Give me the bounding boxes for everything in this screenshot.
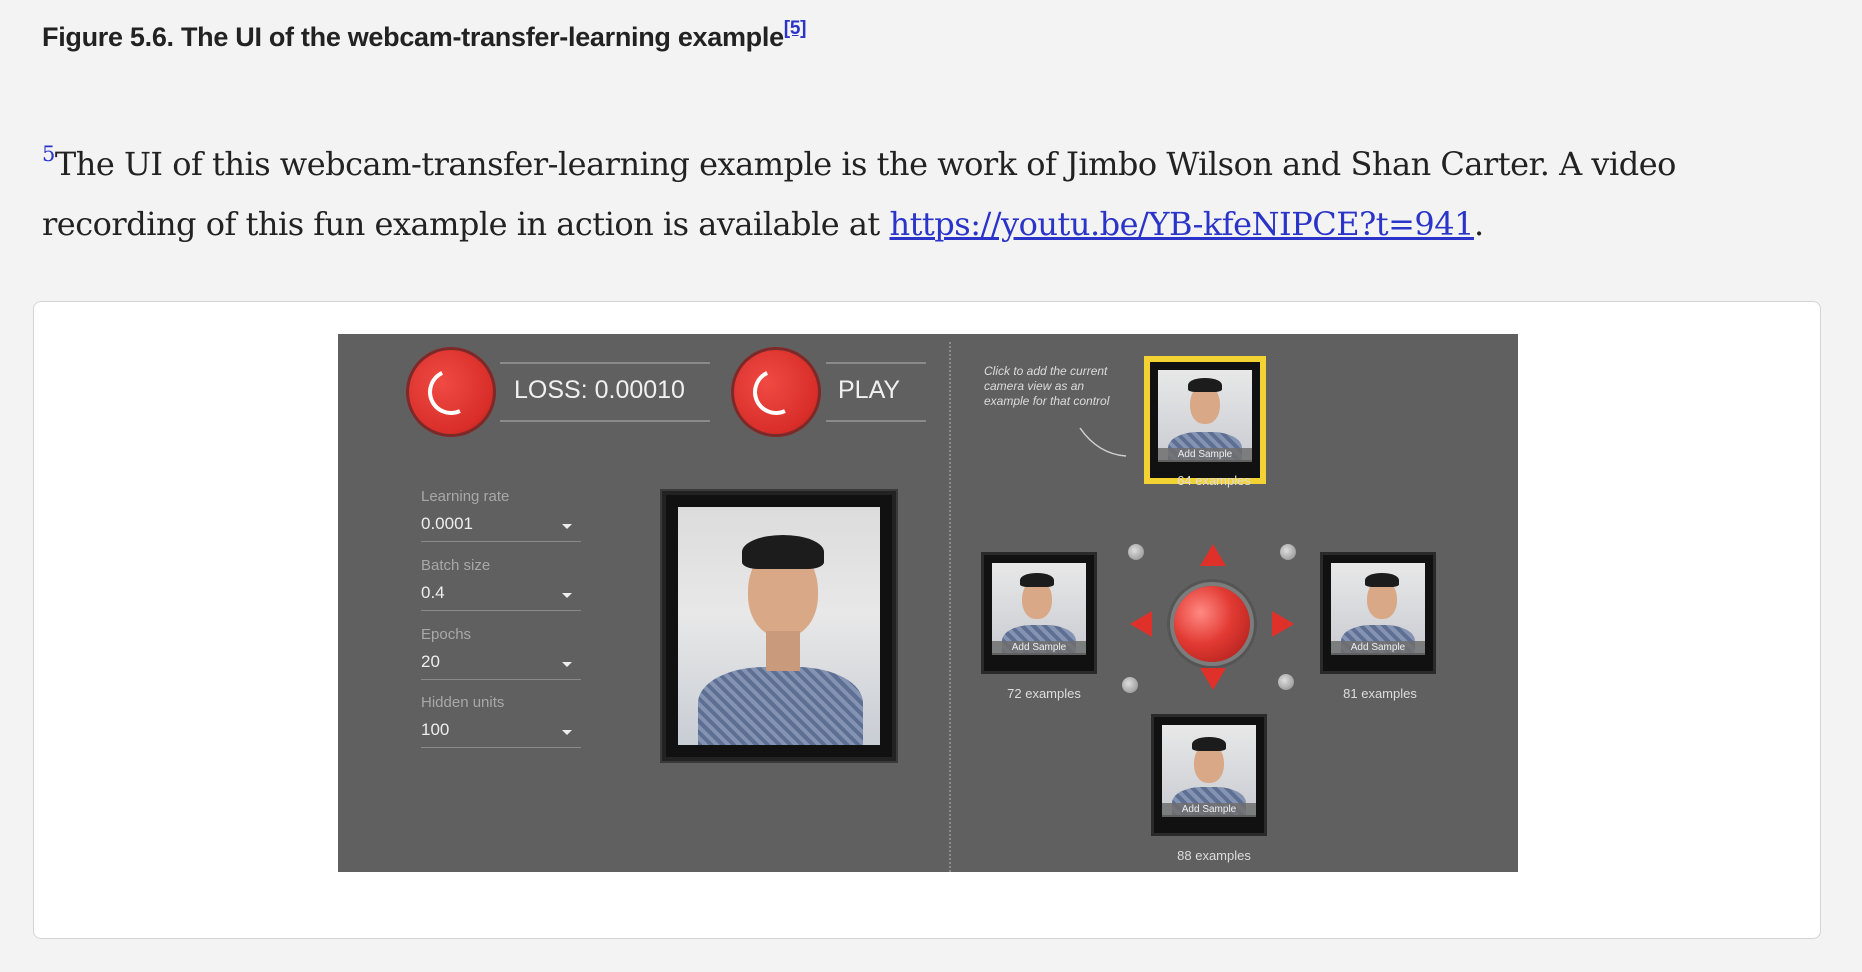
example-count-up: 64 examples — [1177, 473, 1251, 488]
param-value: 20 — [421, 652, 440, 671]
divider — [500, 420, 710, 422]
param-label: Epochs — [421, 626, 472, 643]
param-underline — [421, 541, 581, 542]
video-link[interactable]: https://youtu.be/YB-kfeNIPCE?t=941 — [889, 205, 1474, 243]
chevron-down-icon — [562, 662, 572, 667]
corner-dot-icon — [1128, 544, 1144, 560]
person-hair — [1192, 737, 1226, 751]
param-underline — [421, 747, 581, 748]
param-label: Hidden units — [421, 694, 505, 711]
add-sample-button[interactable]: Add Sample — [1162, 803, 1256, 817]
person-hair — [1020, 573, 1054, 587]
example-tile-right[interactable]: Add Sample — [1320, 552, 1436, 674]
arrow-left-icon — [1130, 611, 1152, 637]
divider — [826, 420, 926, 422]
webcam-image — [678, 507, 880, 745]
example-count-left: 72 examples — [1007, 686, 1081, 701]
person-hair — [1188, 378, 1222, 392]
caption-footnote-ref: [5] — [784, 18, 807, 39]
param-value: 0.4 — [421, 583, 445, 602]
example-count-right: 81 examples — [1343, 686, 1417, 701]
corner-dot-icon — [1280, 544, 1296, 560]
param-underline — [421, 679, 581, 680]
webcam-preview — [662, 491, 896, 761]
person-hair — [742, 535, 824, 569]
train-button[interactable] — [406, 347, 496, 437]
param-label: Batch size — [421, 557, 491, 574]
play-label: PLAY — [838, 376, 901, 404]
caption-footnote-link[interactable]: [5] — [784, 18, 807, 39]
example-thumbnail — [1158, 370, 1252, 460]
chevron-down-icon — [562, 730, 572, 735]
footnote-end: . — [1473, 205, 1484, 243]
person-neck — [766, 631, 800, 671]
arrow-down-icon — [1200, 668, 1226, 690]
param-value: 0.0001 — [421, 514, 473, 533]
chevron-down-icon — [562, 593, 572, 598]
person-shirt — [698, 667, 863, 745]
example-thumbnail — [992, 563, 1086, 653]
divider — [500, 362, 710, 364]
refresh-icon — [421, 362, 481, 422]
example-thumbnail — [1331, 563, 1425, 653]
corner-dot-icon — [1122, 677, 1138, 693]
example-thumbnail — [1162, 725, 1256, 815]
example-tile-up[interactable]: Add Sample — [1144, 356, 1266, 484]
footnote-marker[interactable]: 5 — [42, 142, 55, 166]
example-count-down: 88 examples — [1177, 848, 1251, 863]
hint-pointer — [1079, 427, 1127, 457]
refresh-icon — [746, 362, 806, 422]
param-underline — [421, 610, 581, 611]
param-value: 100 — [421, 720, 450, 739]
add-sample-button[interactable]: Add Sample — [1158, 448, 1252, 462]
arrow-up-icon — [1200, 544, 1226, 566]
add-sample-button[interactable]: Add Sample — [1331, 641, 1425, 655]
corner-dot-icon — [1278, 674, 1294, 690]
example-tile-left[interactable]: Add Sample — [981, 552, 1097, 674]
arrow-right-icon — [1272, 611, 1294, 637]
example-tile-down[interactable]: Add Sample — [1151, 714, 1267, 836]
loss-label: LOSS: 0.00010 — [514, 376, 685, 404]
person-hair — [1365, 573, 1399, 587]
footnote: 5The UI of this webcam-transfer-learning… — [42, 134, 1782, 254]
divider — [826, 362, 926, 364]
joystick-icon — [1174, 586, 1250, 662]
play-button[interactable] — [731, 347, 821, 437]
webcam-ui-screenshot: LOSS: 0.00010 PLAY Learning rate 0.0001 … — [338, 334, 1518, 872]
chevron-down-icon — [562, 524, 572, 529]
figure-caption: Figure 5.6. The UI of the webcam-transfe… — [42, 18, 806, 53]
add-sample-button[interactable]: Add Sample — [992, 641, 1086, 655]
figure-caption-text: Figure 5.6. The UI of the webcam-transfe… — [42, 22, 784, 52]
param-label: Learning rate — [421, 488, 510, 505]
panel-divider — [949, 342, 951, 872]
hint-text: Click to add the current camera view as … — [984, 364, 1110, 408]
